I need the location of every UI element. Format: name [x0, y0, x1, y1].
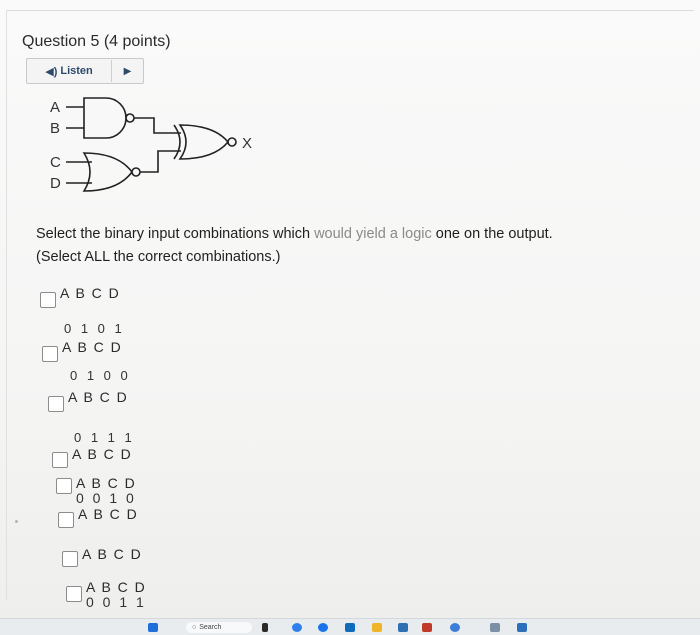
loose-value: 0 1 0 0 [70, 368, 131, 383]
listen-label: Listen [60, 65, 93, 77]
quiz-page: Question 5 (4 points) ◀) Listen ▶ A B C … [0, 0, 700, 635]
option-values: 0 0 1 1 [86, 594, 147, 610]
option-header: A B C D [72, 446, 133, 462]
windows-start-icon[interactable] [148, 623, 158, 632]
prompt-line-2: (Select ALL the correct combinations.) [36, 249, 281, 265]
option-label: A B C D 0 0 1 1 [86, 580, 146, 610]
input-label-b: B [50, 120, 60, 137]
nand-bubble-1 [125, 113, 135, 123]
option-header: A B C D [82, 546, 143, 562]
xnor-gate [178, 124, 230, 160]
option-header: A B C D [68, 389, 129, 405]
answer-option[interactable]: A B C D [40, 286, 120, 308]
option-header: A B C D [60, 285, 121, 301]
answer-checkbox[interactable] [40, 292, 56, 308]
listen-button[interactable]: ◀) Listen [27, 60, 112, 82]
nor-bubble [131, 167, 141, 177]
divider [6, 10, 7, 600]
xnor-bubble [227, 137, 237, 147]
question-prompt: Select the binary input combinations whi… [36, 223, 656, 269]
answer-checkbox[interactable] [42, 346, 58, 362]
file-explorer-icon[interactable] [372, 623, 382, 632]
option-header: A B C D [62, 339, 123, 355]
mail-icon[interactable] [422, 623, 432, 632]
answer-checkbox[interactable] [62, 551, 78, 567]
answer-option[interactable]: A B C D 0 0 1 1 [66, 580, 146, 610]
answer-checkbox[interactable] [66, 586, 82, 602]
task-view-icon[interactable] [262, 623, 268, 632]
speaker-icon: ◀) [45, 65, 58, 78]
answer-option[interactable]: A B C D [48, 390, 128, 412]
prompt-text: Select the binary input combinations whi… [36, 226, 315, 242]
question-title: Question 5 (4 points) [22, 33, 171, 50]
option-header: A B C D [78, 506, 139, 522]
play-button[interactable]: ▶ [112, 66, 143, 77]
option-header: A B C D [86, 579, 147, 595]
prompt-text: one on the output. [431, 226, 553, 242]
prompt-line-1: Select the binary input combinations whi… [36, 223, 656, 246]
store-icon[interactable] [398, 623, 408, 632]
answer-option[interactable]: A B C D [62, 547, 142, 567]
wire-nor-out [140, 150, 181, 173]
answer-option[interactable]: A B C D [58, 507, 138, 528]
search-icon: ○ [192, 624, 197, 631]
answer-option[interactable]: A B C D [52, 447, 132, 468]
taskbar-search[interactable]: ○ Search [186, 622, 252, 633]
logic-circuit-diagram: A B C D X [50, 97, 252, 192]
option-header: A B C D [76, 475, 137, 491]
scroll-marker [15, 520, 18, 523]
output-label-x: X [242, 135, 252, 152]
nand-gate-1 [83, 97, 127, 139]
loose-value: 0 1 1 1 [74, 430, 135, 445]
loose-value: 0 1 0 1 [64, 321, 125, 336]
app-icon[interactable] [450, 623, 460, 632]
answer-checkbox[interactable] [56, 478, 72, 494]
answer-option[interactable]: A B C D [42, 340, 122, 362]
answer-option[interactable]: A B C D 0 0 1 0 [56, 476, 136, 506]
answer-checkbox[interactable] [48, 396, 64, 412]
option-values: 0 0 1 0 [76, 490, 137, 506]
input-label-c: C [50, 154, 61, 171]
edge-icon[interactable] [292, 623, 302, 632]
play-icon: ▶ [123, 65, 132, 77]
answer-checkbox[interactable] [58, 512, 74, 528]
listen-toolbar: ◀) Listen ▶ [26, 58, 144, 84]
input-label-a: A [50, 99, 60, 116]
search-label: Search [199, 624, 222, 631]
app-icon[interactable] [517, 623, 527, 632]
answer-checkbox[interactable] [52, 452, 68, 468]
app-icon[interactable] [345, 623, 355, 632]
browser-icon[interactable] [318, 623, 328, 632]
app-icon[interactable] [490, 623, 500, 632]
prompt-text-faded: would yield a logic [314, 226, 432, 242]
xnor-input-arc [173, 124, 181, 160]
os-taskbar: ○ Search [0, 618, 700, 635]
input-label-d: D [50, 175, 61, 192]
divider [6, 10, 694, 11]
nor-gate [82, 152, 133, 192]
option-label: A B C D 0 0 1 0 [76, 476, 136, 506]
